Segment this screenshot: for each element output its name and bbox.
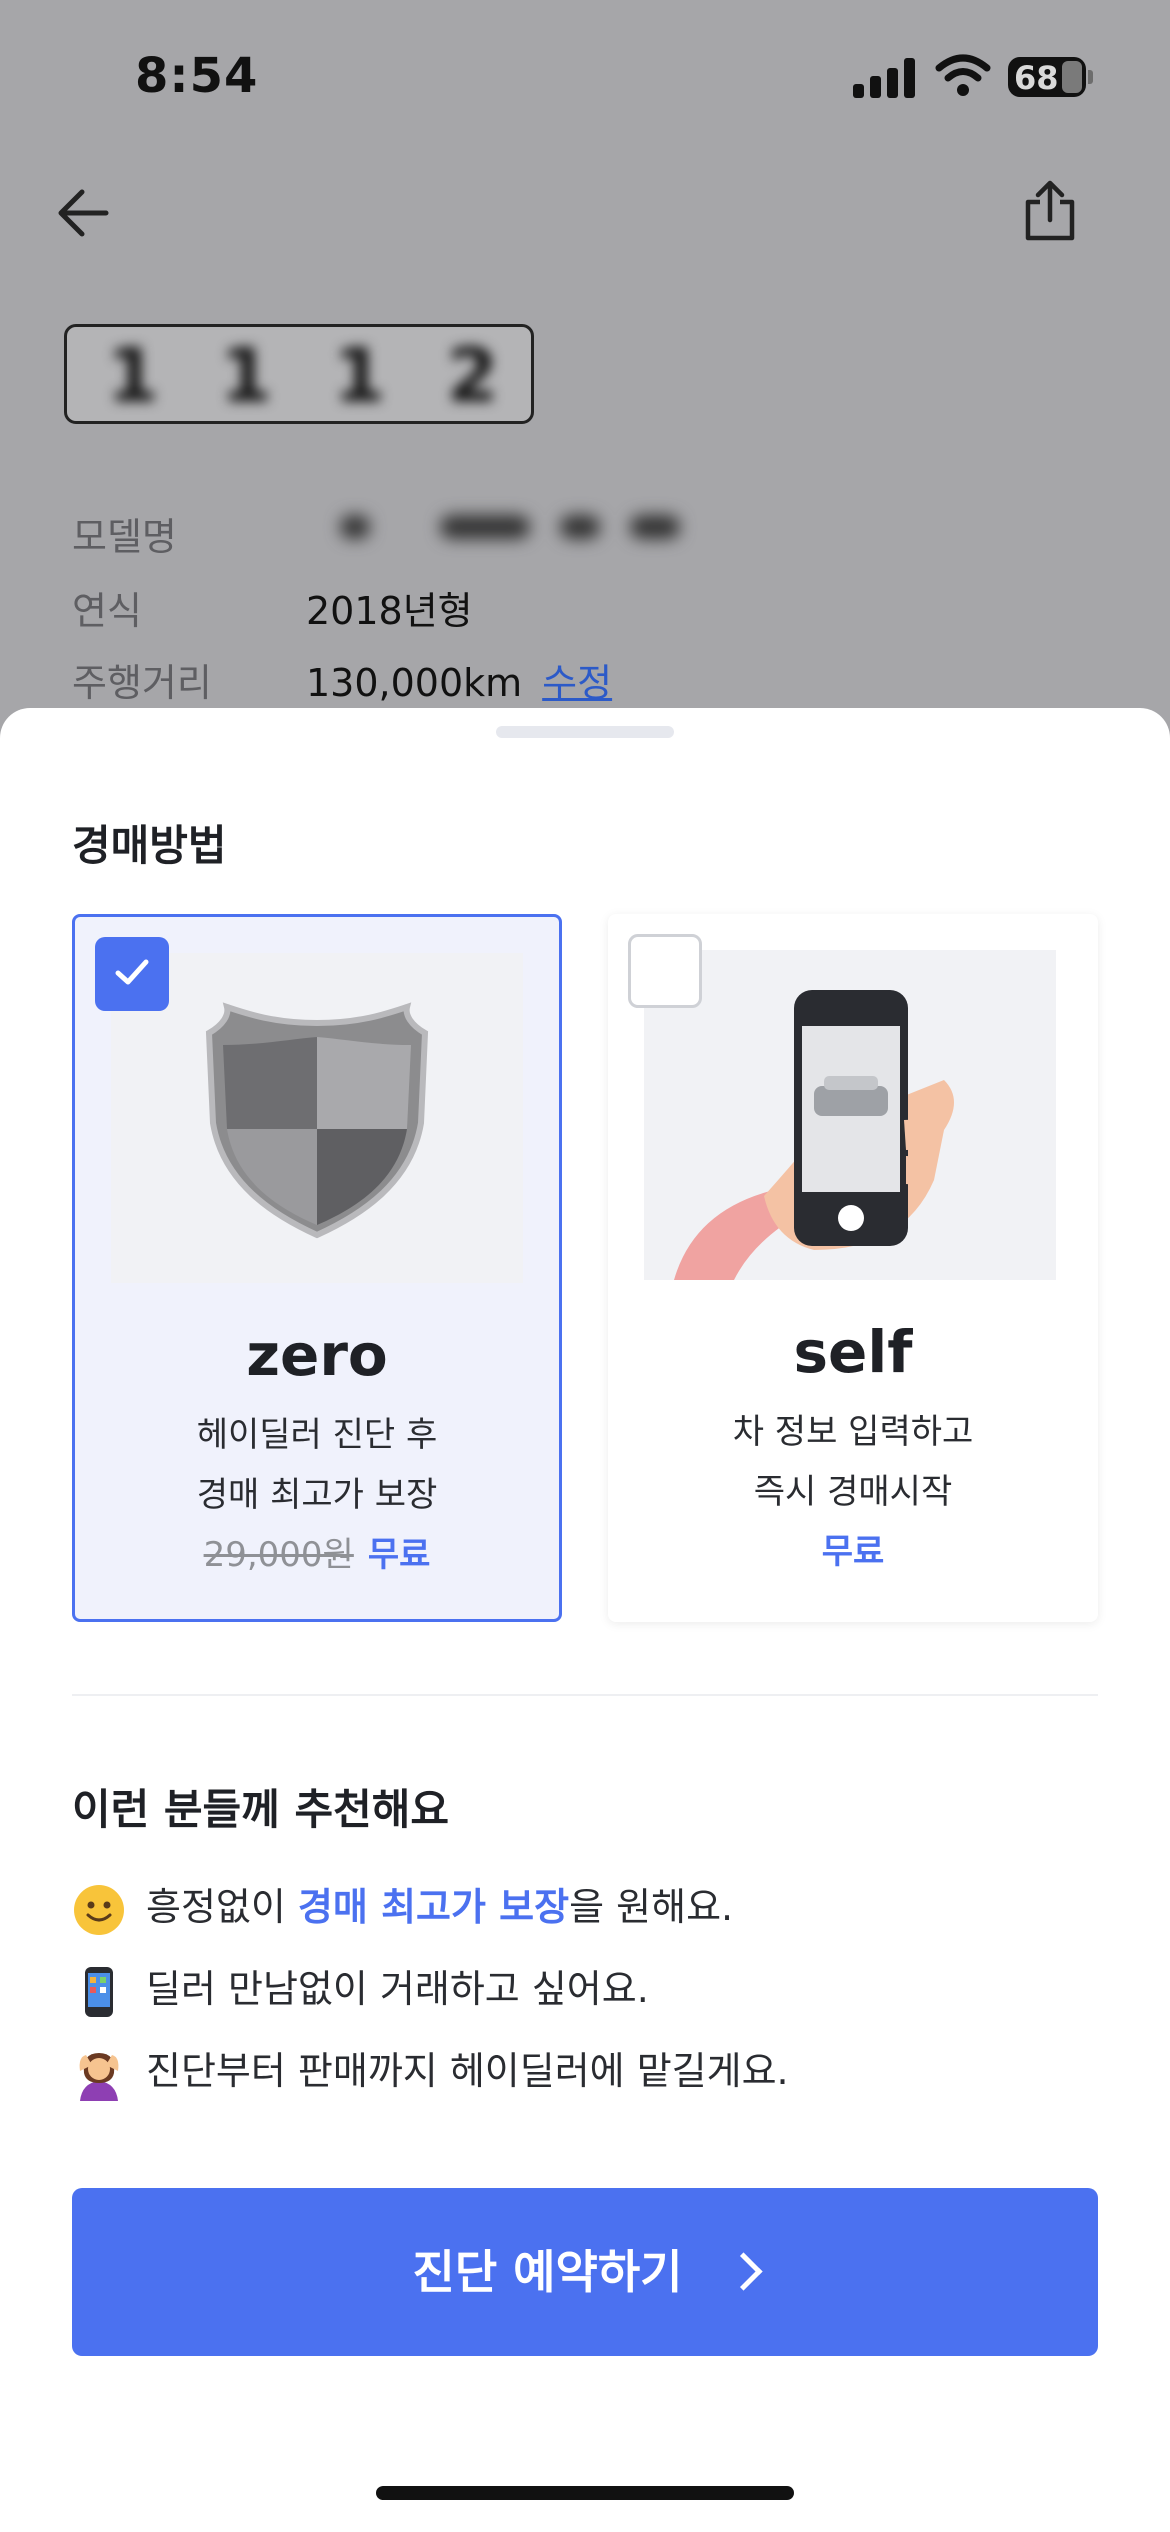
original-price: 29,000원 bbox=[203, 1535, 354, 1575]
divider bbox=[72, 1694, 1098, 1696]
option-card-zero[interactable]: zero 헤이딜러 진단 후 경매 최고가 보장 29,000원 무료 bbox=[72, 914, 562, 1622]
option-desc-line: 경매 최고가 보장 bbox=[196, 1475, 438, 1515]
option-price: 무료 bbox=[608, 1524, 1098, 1573]
price: 무료 bbox=[367, 1535, 431, 1575]
option-name: zero bbox=[246, 1321, 388, 1389]
back-arrow-icon[interactable] bbox=[56, 186, 110, 240]
status-bar: 8:54 68 bbox=[0, 0, 1170, 150]
checkbox-unchecked[interactable] bbox=[628, 934, 702, 1008]
chevron-right-icon bbox=[724, 2252, 764, 2291]
mileage-label: 주행거리 bbox=[72, 661, 212, 705]
home-indicator[interactable] bbox=[376, 2486, 794, 2500]
model-label: 모델명 bbox=[72, 515, 177, 559]
year-value: 2018년형 bbox=[306, 589, 473, 633]
mileage-row: 130,000km 수정 bbox=[306, 652, 612, 707]
recommend-title: 이런 분들께 추천해요 bbox=[72, 1785, 450, 1834]
phone-in-hand-illustration bbox=[644, 950, 1056, 1280]
recommend-text: 을 원해요. bbox=[569, 1885, 734, 1929]
price: 무료 bbox=[821, 1532, 885, 1572]
option-card-self[interactable]: self 차 정보 입력하고 즉시 경매시작 무료 bbox=[608, 914, 1098, 1622]
smile-emoji-icon bbox=[74, 1884, 124, 1935]
license-plate-blurred: 1 1 1 2 bbox=[64, 324, 534, 424]
recommend-text: 진단부터 판매까지 헤이딜러에 맡길게요. bbox=[146, 2049, 789, 2093]
recommend-item: 흥정없이 경매 최고가 보장을 원해요. bbox=[72, 1876, 733, 1937]
person-emoji-icon bbox=[79, 2052, 119, 2101]
option-price: 29,000원 무료 bbox=[75, 1527, 559, 1576]
option-name: self bbox=[793, 1318, 913, 1386]
mileage-value: 130,000km bbox=[306, 661, 523, 705]
checkbox-checked[interactable] bbox=[95, 937, 169, 1011]
recommend-item: 진단부터 판매까지 헤이딜러에 맡길게요. bbox=[72, 2040, 789, 2101]
edit-mileage-link[interactable]: 수정 bbox=[542, 661, 612, 705]
battery-icon: 68 bbox=[1008, 57, 1086, 97]
recommend-text: 딜러 만남없이 거래하고 싶어요. bbox=[146, 1967, 649, 2011]
recommend-highlight: 경매 최고가 보장 bbox=[297, 1885, 570, 1929]
sheet-title: 경매방법 bbox=[72, 821, 227, 870]
model-value-blurred bbox=[330, 505, 690, 551]
cellular-signal-icon bbox=[853, 58, 915, 98]
option-description: 헤이딜러 진단 후 경매 최고가 보장 bbox=[75, 1405, 559, 1525]
option-desc-line: 헤이딜러 진단 후 bbox=[196, 1415, 438, 1455]
recommend-item: 딜러 만남없이 거래하고 싶어요. bbox=[72, 1958, 649, 2019]
recommend-text: 흥정없이 bbox=[146, 1885, 298, 1929]
option-desc-line: 즉시 경매시작 bbox=[753, 1472, 953, 1512]
book-inspection-button[interactable]: 진단 예약하기 bbox=[72, 2188, 1098, 2356]
shield-illustration bbox=[111, 953, 523, 1283]
option-description: 차 정보 입력하고 즉시 경매시작 bbox=[608, 1402, 1098, 1522]
status-time: 8:54 bbox=[135, 48, 259, 104]
year-label: 연식 bbox=[72, 589, 142, 633]
cta-label: 진단 예약하기 bbox=[412, 2245, 683, 2299]
wifi-icon bbox=[935, 54, 991, 96]
option-desc-line: 차 정보 입력하고 bbox=[732, 1412, 974, 1452]
battery-level: 68 bbox=[1014, 59, 1059, 97]
share-icon[interactable] bbox=[1022, 180, 1078, 242]
phone-emoji-icon bbox=[85, 1966, 113, 2017]
auction-method-sheet: 경매방법 zero 헤이딜러 진단 후 경매 최고가 보장 29,000원 무료 bbox=[0, 708, 1170, 2532]
sheet-grabber[interactable] bbox=[496, 726, 674, 738]
